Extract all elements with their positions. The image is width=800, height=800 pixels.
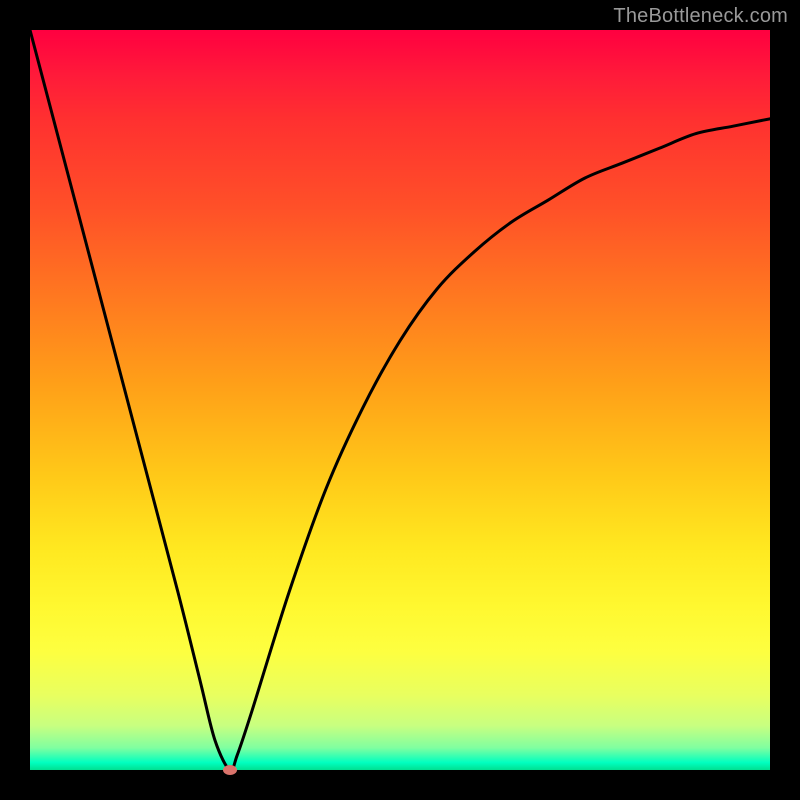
optimum-marker (223, 765, 237, 775)
bottleneck-curve (30, 30, 770, 770)
attribution-text: TheBottleneck.com (613, 5, 788, 28)
chart-plot-area (30, 30, 770, 770)
